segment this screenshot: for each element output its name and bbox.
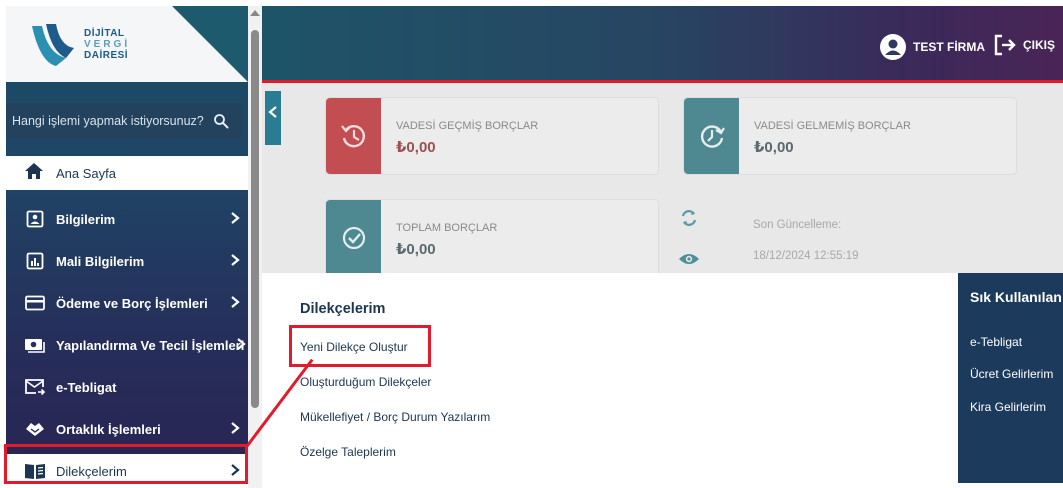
sidebar-item-label: Ödeme ve Borç İşlemleri bbox=[56, 295, 208, 311]
eye-icon[interactable] bbox=[678, 251, 700, 272]
upcoming-debts-card[interactable]: VADESİ GELMEMİŞ BORÇLAR ₺0,00 bbox=[683, 97, 1017, 175]
sidebar-item-label: Ana Sayfa bbox=[56, 165, 116, 181]
dilekcelerim-submenu-panel: Dilekçelerim Yeni Dilekçe Oluştur Oluştu… bbox=[262, 273, 1063, 488]
card-title: VADESİ GELMEMİŞ BORÇLAR bbox=[754, 120, 911, 132]
sidebar-item-mali-bilgilerim[interactable]: Mali Bilgilerim bbox=[6, 240, 248, 282]
chevron-right-icon bbox=[236, 337, 246, 354]
money-icon bbox=[24, 334, 46, 356]
credit-card-icon bbox=[24, 292, 46, 314]
overdue-history-icon bbox=[326, 98, 381, 174]
card-value: ₺0,00 bbox=[396, 139, 436, 156]
user-menu[interactable]: TEST FİRMA bbox=[879, 33, 985, 61]
submenu-link-olusturdugum-dilekceler[interactable]: Oluşturduğum Dilekçeler bbox=[300, 375, 431, 389]
user-avatar-icon bbox=[880, 34, 906, 60]
last-update-date: 18/12/2024 12:55:19 bbox=[753, 250, 859, 262]
sidebar-collapse-button[interactable] bbox=[265, 91, 281, 145]
card-title: VADESİ GEÇMİŞ BORÇLAR bbox=[396, 120, 539, 132]
card-value: ₺0,00 bbox=[754, 139, 794, 156]
upcoming-clock-icon bbox=[684, 98, 739, 174]
overdue-debts-card[interactable]: VADESİ GEÇMİŞ BORÇLAR ₺0,00 bbox=[325, 97, 659, 175]
logout-button[interactable]: ÇIKIŞ bbox=[993, 33, 1063, 57]
card-title: TOPLAM BORÇLAR bbox=[396, 222, 498, 234]
last-update-label: Son Güncelleme: bbox=[753, 219, 842, 231]
chevron-right-icon bbox=[230, 211, 240, 228]
sidebar-item-home[interactable]: Ana Sayfa bbox=[6, 156, 248, 190]
chevron-left-icon bbox=[268, 106, 277, 118]
frequent-panel: Sık Kullanılan e-Tebligat Ücret Gelirler… bbox=[958, 273, 1063, 483]
refresh-icon[interactable] bbox=[679, 208, 699, 233]
sidebar: DİJİTAL VERGİ DAİRESİ Ana Sayfa Bilgiler… bbox=[6, 6, 248, 488]
sidebar-item-yapilandirma[interactable]: Yapılandırma Ve Tecil İşlemleri bbox=[6, 324, 248, 366]
card-value: ₺0,00 bbox=[396, 241, 436, 258]
submenu-link-ozelge[interactable]: Özelge Taleplerim bbox=[300, 445, 396, 459]
logo-area[interactable]: DİJİTAL VERGİ DAİRESİ bbox=[6, 6, 248, 82]
sidebar-item-bilgilerim[interactable]: Bilgilerim bbox=[6, 198, 248, 240]
handshake-icon bbox=[24, 418, 46, 440]
sidebar-item-label: e-Tebligat bbox=[56, 379, 117, 395]
highlight-dilekcelerim bbox=[4, 444, 248, 484]
total-debts-card[interactable]: TOPLAM BORÇLAR ₺0,00 bbox=[325, 199, 659, 273]
chevron-right-icon bbox=[230, 421, 240, 438]
chevron-right-icon bbox=[230, 253, 240, 270]
sidebar-item-odeme-borc[interactable]: Ödeme ve Borç İşlemleri bbox=[6, 282, 248, 324]
submenu-title: Dilekçelerim bbox=[300, 301, 386, 317]
logo-corner-decoration bbox=[172, 6, 248, 82]
logo-line-3: DAİRESİ bbox=[84, 50, 129, 61]
scroll-up-arrow-icon[interactable] bbox=[250, 10, 260, 16]
frequent-title: Sık Kullanılan bbox=[970, 289, 1062, 305]
mail-arrow-icon bbox=[24, 376, 46, 398]
search-icon[interactable] bbox=[208, 108, 234, 134]
logout-icon bbox=[994, 34, 1016, 56]
sidebar-menu: Bilgilerim Mali Bilgilerim Ödeme ve Borç… bbox=[6, 198, 248, 450]
logout-label: ÇIKIŞ bbox=[1023, 38, 1056, 52]
home-icon bbox=[24, 162, 44, 185]
sidebar-item-label: Mali Bilgilerim bbox=[56, 253, 145, 269]
user-name: TEST FİRMA bbox=[913, 40, 985, 54]
total-check-icon bbox=[326, 200, 381, 273]
sidebar-item-label: Yapılandırma Ve Tecil İşlemleri bbox=[56, 337, 245, 353]
sidebar-scrollbar-thumb[interactable] bbox=[251, 30, 259, 408]
top-header: TEST FİRMA ÇIKIŞ bbox=[262, 6, 1063, 82]
frequent-link-ucret-gelirlerim[interactable]: Ücret Gelirlerim bbox=[970, 367, 1053, 381]
logo-icon bbox=[32, 24, 74, 66]
search-box bbox=[6, 103, 242, 139]
sidebar-item-label: Ortaklık İşlemleri bbox=[56, 421, 161, 437]
sidebar-item-e-tebligat[interactable]: e-Tebligat bbox=[6, 366, 248, 408]
logo-line-2: VERGİ bbox=[84, 39, 131, 50]
logo-line-1: DİJİTAL bbox=[84, 28, 125, 39]
frequent-link-kira-gelirlerim[interactable]: Kira Gelirlerim bbox=[970, 400, 1046, 414]
sidebar-item-label: Bilgilerim bbox=[56, 211, 116, 227]
submenu-link-mukellefiyet[interactable]: Mükellefiyet / Borç Durum Yazılarım bbox=[300, 410, 490, 424]
id-card-icon bbox=[24, 208, 46, 230]
search-input[interactable] bbox=[12, 114, 208, 128]
logo-text: DİJİTAL VERGİ DAİRESİ bbox=[84, 28, 130, 61]
bar-chart-icon bbox=[24, 250, 46, 272]
frequent-link-e-tebligat[interactable]: e-Tebligat bbox=[970, 335, 1022, 349]
chevron-right-icon bbox=[230, 295, 240, 312]
dashboard-content: VADESİ GEÇMİŞ BORÇLAR ₺0,00 VADESİ GELME… bbox=[262, 83, 1063, 273]
